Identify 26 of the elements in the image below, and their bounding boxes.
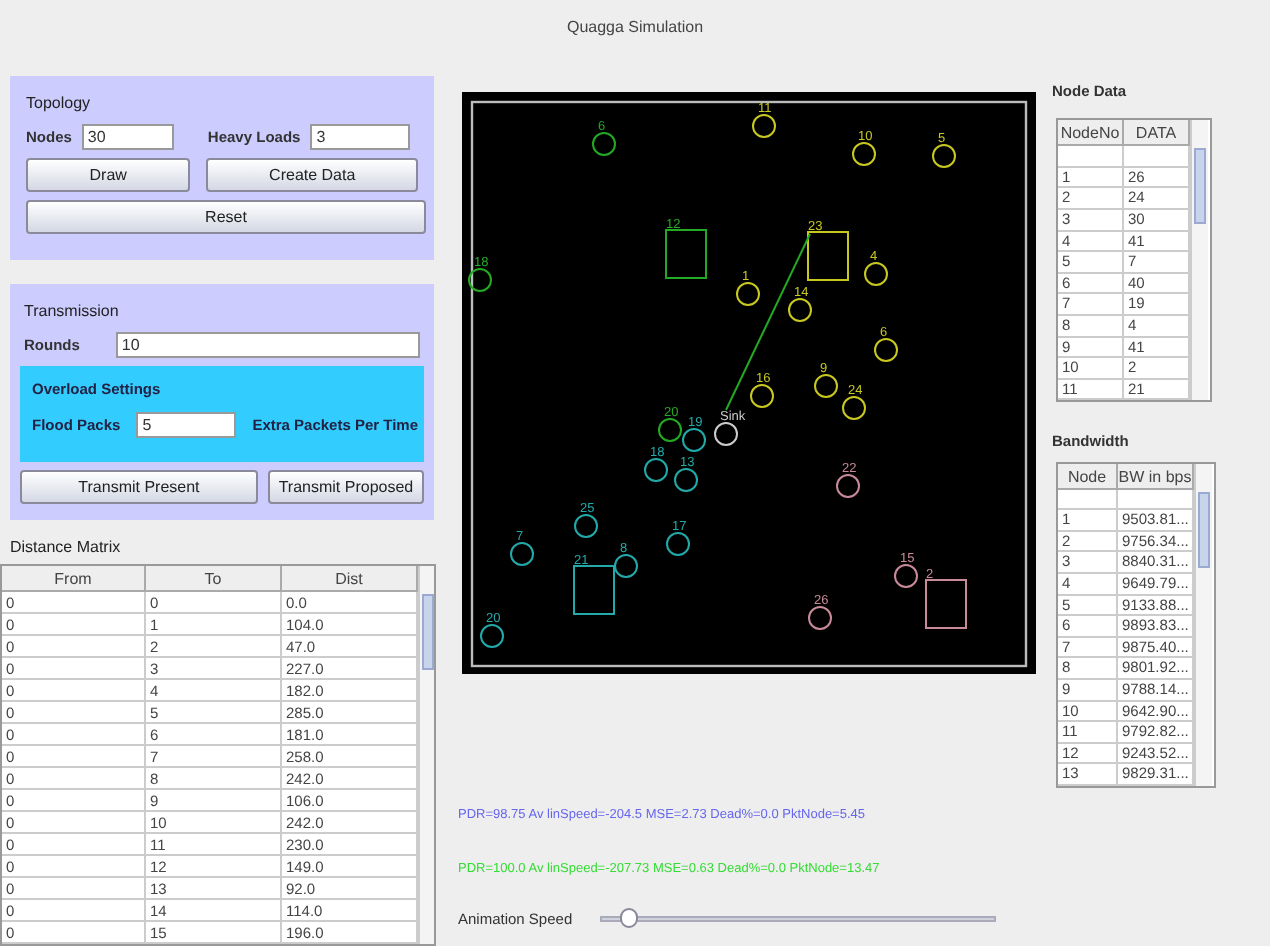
- column-header[interactable]: BW in bps: [1118, 463, 1194, 490]
- column-header[interactable]: NodeNo: [1058, 120, 1124, 147]
- table-cell: [1058, 489, 1118, 511]
- column-header[interactable]: DATA: [1124, 120, 1190, 147]
- input-field[interactable]: 30: [81, 124, 174, 150]
- button[interactable]: Reset: [26, 200, 426, 234]
- slider-thumb[interactable]: [620, 908, 639, 929]
- button[interactable]: Create Data: [206, 158, 418, 192]
- input-field[interactable]: 3: [310, 124, 411, 150]
- table-cell: [1058, 146, 1124, 168]
- scrollbar[interactable]: [1190, 120, 1208, 401]
- scrollbar[interactable]: [418, 566, 434, 944]
- column-header[interactable]: From: [2, 566, 146, 592]
- section-title: Distance Matrix: [10, 536, 123, 560]
- input-field[interactable]: 10: [115, 332, 420, 358]
- scrollbar[interactable]: [1194, 463, 1212, 786]
- column-header[interactable]: Dist: [282, 566, 418, 592]
- window-title: Quagga Simulation: [566, 16, 704, 40]
- input-field[interactable]: 5: [136, 412, 237, 439]
- column-header[interactable]: To: [146, 566, 282, 592]
- button[interactable]: Transmit Proposed: [267, 470, 424, 504]
- button[interactable]: Draw: [26, 158, 191, 192]
- panel-title: Topology: [26, 92, 93, 116]
- panel-title: Transmission: [24, 300, 121, 324]
- button[interactable]: Transmit Present: [20, 470, 258, 504]
- column-header[interactable]: Node: [1058, 463, 1118, 490]
